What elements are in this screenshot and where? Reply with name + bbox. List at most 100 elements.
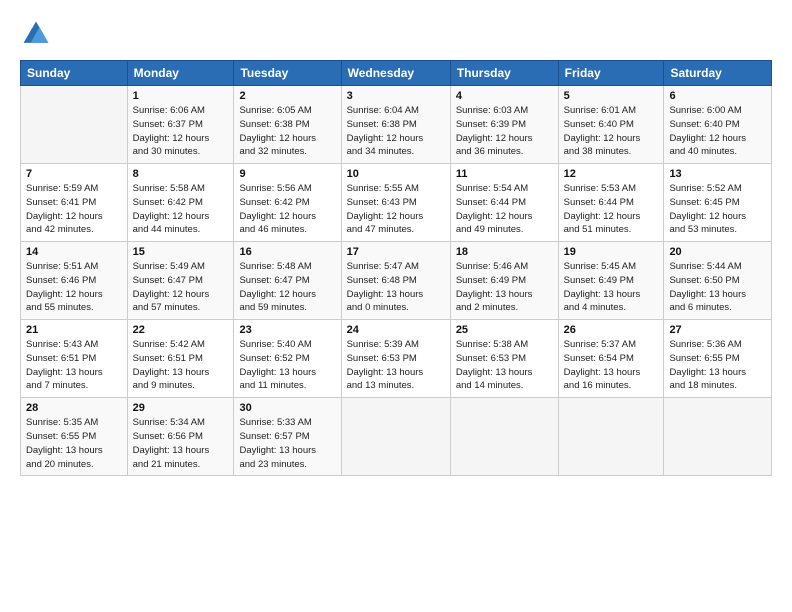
day-number: 14 [26,246,122,258]
day-cell: 3 Sunrise: 6:04 AM Sunset: 6:38 PM Daylig… [341,86,450,164]
day-number: 22 [133,324,229,336]
day-info: Sunrise: 6:04 AM Sunset: 6:38 PM Dayligh… [347,104,445,159]
day-cell: 10 Sunrise: 5:55 AM Sunset: 6:43 PM Dayli… [341,164,450,242]
day-number: 23 [239,324,335,336]
day-info: Sunrise: 6:01 AM Sunset: 6:40 PM Dayligh… [564,104,659,159]
day-cell: 30 Sunrise: 5:33 AM Sunset: 6:57 PM Dayli… [234,398,341,476]
day-info: Sunrise: 5:48 AM Sunset: 6:47 PM Dayligh… [239,260,335,315]
day-info: Sunrise: 5:39 AM Sunset: 6:53 PM Dayligh… [347,338,445,393]
week-row-2: 14 Sunrise: 5:51 AM Sunset: 6:46 PM Dayli… [21,242,772,320]
weekday-header-thursday: Thursday [450,61,558,86]
day-cell: 29 Sunrise: 5:34 AM Sunset: 6:56 PM Dayli… [127,398,234,476]
weekday-header-row: SundayMondayTuesdayWednesdayThursdayFrid… [21,61,772,86]
day-cell: 4 Sunrise: 6:03 AM Sunset: 6:39 PM Daylig… [450,86,558,164]
day-info: Sunrise: 5:36 AM Sunset: 6:55 PM Dayligh… [669,338,766,393]
day-info: Sunrise: 5:55 AM Sunset: 6:43 PM Dayligh… [347,182,445,237]
day-number: 3 [347,90,445,102]
day-number: 30 [239,402,335,414]
weekday-header-sunday: Sunday [21,61,128,86]
day-cell [341,398,450,476]
day-cell [664,398,772,476]
day-info: Sunrise: 5:40 AM Sunset: 6:52 PM Dayligh… [239,338,335,393]
day-cell: 15 Sunrise: 5:49 AM Sunset: 6:47 PM Dayli… [127,242,234,320]
day-cell: 26 Sunrise: 5:37 AM Sunset: 6:54 PM Dayli… [558,320,664,398]
day-cell: 18 Sunrise: 5:46 AM Sunset: 6:49 PM Dayli… [450,242,558,320]
day-number: 8 [133,168,229,180]
day-number: 12 [564,168,659,180]
day-cell: 21Sunrise: 5:43 AM Sunset: 6:51 PM Dayli… [21,320,128,398]
day-info: Sunrise: 5:38 AM Sunset: 6:53 PM Dayligh… [456,338,553,393]
day-info: Sunrise: 6:03 AM Sunset: 6:39 PM Dayligh… [456,104,553,159]
day-cell: 6 Sunrise: 6:00 AM Sunset: 6:40 PM Daylig… [664,86,772,164]
day-cell: 19 Sunrise: 5:45 AM Sunset: 6:49 PM Dayli… [558,242,664,320]
day-info: Sunrise: 5:33 AM Sunset: 6:57 PM Dayligh… [239,416,335,471]
day-number: 26 [564,324,659,336]
day-number: 29 [133,402,229,414]
day-info: Sunrise: 5:54 AM Sunset: 6:44 PM Dayligh… [456,182,553,237]
day-number: 10 [347,168,445,180]
day-info: Sunrise: 5:59 AM Sunset: 6:41 PM Dayligh… [26,182,122,237]
day-info: Sunrise: 5:45 AM Sunset: 6:49 PM Dayligh… [564,260,659,315]
day-cell: 12 Sunrise: 5:53 AM Sunset: 6:44 PM Dayli… [558,164,664,242]
day-info: Sunrise: 5:51 AM Sunset: 6:46 PM Dayligh… [26,260,122,315]
weekday-header-wednesday: Wednesday [341,61,450,86]
day-info: Sunrise: 5:52 AM Sunset: 6:45 PM Dayligh… [669,182,766,237]
day-number: 21 [26,324,122,336]
logo-icon [20,18,52,50]
day-number: 16 [239,246,335,258]
day-cell: 5Sunrise: 6:01 AM Sunset: 6:40 PM Daylig… [558,86,664,164]
day-number: 13 [669,168,766,180]
week-row-1: 7 Sunrise: 5:59 AM Sunset: 6:41 PM Daylig… [21,164,772,242]
day-cell: 24 Sunrise: 5:39 AM Sunset: 6:53 PM Dayli… [341,320,450,398]
day-number: 18 [456,246,553,258]
day-cell: 13 Sunrise: 5:52 AM Sunset: 6:45 PM Dayli… [664,164,772,242]
page: SundayMondayTuesdayWednesdayThursdayFrid… [0,0,792,488]
day-cell: 8 Sunrise: 5:58 AM Sunset: 6:42 PM Daylig… [127,164,234,242]
day-cell: 27Sunrise: 5:36 AM Sunset: 6:55 PM Dayli… [664,320,772,398]
day-info: Sunrise: 5:46 AM Sunset: 6:49 PM Dayligh… [456,260,553,315]
day-number: 25 [456,324,553,336]
day-number: 17 [347,246,445,258]
calendar-table: SundayMondayTuesdayWednesdayThursdayFrid… [20,60,772,476]
day-cell: 2Sunrise: 6:05 AM Sunset: 6:38 PM Daylig… [234,86,341,164]
day-cell [558,398,664,476]
day-cell: 11 Sunrise: 5:54 AM Sunset: 6:44 PM Dayli… [450,164,558,242]
day-info: Sunrise: 6:00 AM Sunset: 6:40 PM Dayligh… [669,104,766,159]
day-info: Sunrise: 5:47 AM Sunset: 6:48 PM Dayligh… [347,260,445,315]
day-cell: 7 Sunrise: 5:59 AM Sunset: 6:41 PM Daylig… [21,164,128,242]
day-info: Sunrise: 5:58 AM Sunset: 6:42 PM Dayligh… [133,182,229,237]
day-info: Sunrise: 6:05 AM Sunset: 6:38 PM Dayligh… [239,104,335,159]
day-number: 15 [133,246,229,258]
day-number: 6 [669,90,766,102]
day-info: Sunrise: 5:44 AM Sunset: 6:50 PM Dayligh… [669,260,766,315]
day-info: Sunrise: 5:42 AM Sunset: 6:51 PM Dayligh… [133,338,229,393]
day-cell: 1Sunrise: 6:06 AM Sunset: 6:37 PM Daylig… [127,86,234,164]
day-cell: 16 Sunrise: 5:48 AM Sunset: 6:47 PM Dayli… [234,242,341,320]
day-cell [450,398,558,476]
day-cell: 23 Sunrise: 5:40 AM Sunset: 6:52 PM Dayli… [234,320,341,398]
logo [20,18,56,50]
header [20,18,772,50]
day-number: 7 [26,168,122,180]
day-info: Sunrise: 5:53 AM Sunset: 6:44 PM Dayligh… [564,182,659,237]
day-info: Sunrise: 5:49 AM Sunset: 6:47 PM Dayligh… [133,260,229,315]
day-number: 9 [239,168,335,180]
day-cell: 14 Sunrise: 5:51 AM Sunset: 6:46 PM Dayli… [21,242,128,320]
day-info: Sunrise: 5:37 AM Sunset: 6:54 PM Dayligh… [564,338,659,393]
day-info: Sunrise: 5:56 AM Sunset: 6:42 PM Dayligh… [239,182,335,237]
day-number: 19 [564,246,659,258]
day-cell: 25 Sunrise: 5:38 AM Sunset: 6:53 PM Dayli… [450,320,558,398]
day-cell: 22 Sunrise: 5:42 AM Sunset: 6:51 PM Dayli… [127,320,234,398]
day-number: 1 [133,90,229,102]
day-info: Sunrise: 5:34 AM Sunset: 6:56 PM Dayligh… [133,416,229,471]
day-number: 4 [456,90,553,102]
day-cell: 28Sunrise: 5:35 AM Sunset: 6:55 PM Dayli… [21,398,128,476]
week-row-4: 28Sunrise: 5:35 AM Sunset: 6:55 PM Dayli… [21,398,772,476]
day-number: 20 [669,246,766,258]
day-number: 24 [347,324,445,336]
day-info: Sunrise: 5:35 AM Sunset: 6:55 PM Dayligh… [26,416,122,471]
weekday-header-friday: Friday [558,61,664,86]
week-row-3: 21Sunrise: 5:43 AM Sunset: 6:51 PM Dayli… [21,320,772,398]
day-number: 11 [456,168,553,180]
weekday-header-saturday: Saturday [664,61,772,86]
